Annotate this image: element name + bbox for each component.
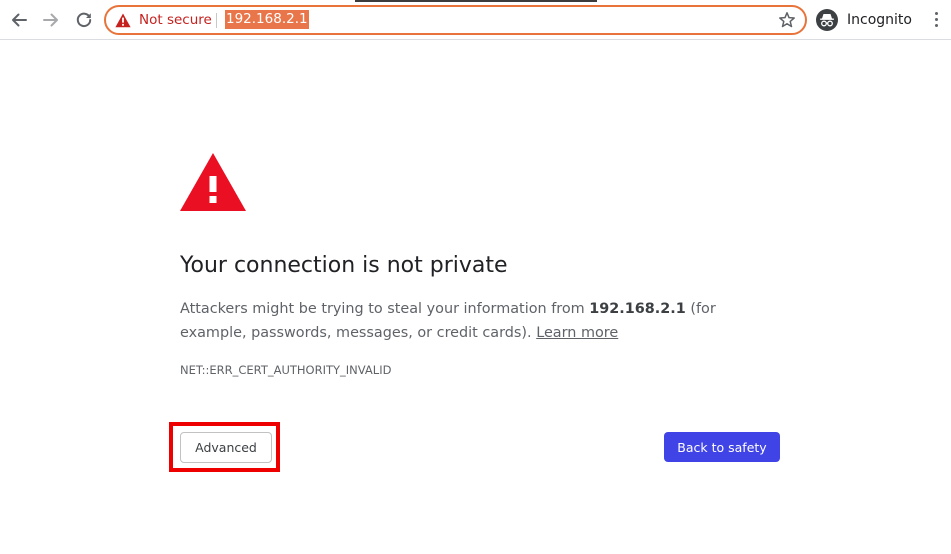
back-arrow-icon	[12, 13, 27, 27]
tab-strip-edge	[355, 0, 597, 2]
host-name: 192.168.2.1	[589, 301, 686, 317]
address-bar[interactable]: Not secure 192.168.2.1	[104, 5, 807, 35]
incognito-label: Incognito	[847, 12, 912, 28]
bookmark-star-icon[interactable]	[778, 11, 796, 29]
advanced-button[interactable]: Advanced	[180, 432, 272, 463]
description-text-start: Attackers might be trying to steal your …	[180, 301, 590, 317]
back-button[interactable]	[7, 8, 31, 32]
reload-icon	[76, 12, 92, 28]
omnibox-divider	[216, 13, 217, 28]
learn-more-link[interactable]: Learn more	[536, 325, 618, 341]
error-description: Attackers might be trying to steal your …	[180, 297, 770, 345]
security-status-label[interactable]: Not secure	[139, 11, 212, 29]
error-warning-icon	[180, 153, 246, 211]
forward-button[interactable]	[39, 8, 63, 32]
incognito-icon	[820, 14, 834, 27]
page-title: Your connection is not private	[180, 253, 508, 278]
warning-triangle-icon	[115, 13, 131, 28]
error-code: NET::ERR_CERT_AUTHORITY_INVALID	[180, 363, 392, 377]
back-to-safety-button[interactable]: Back to safety	[664, 432, 780, 462]
forward-arrow-icon	[43, 13, 58, 27]
reload-button[interactable]	[72, 8, 96, 32]
url-text[interactable]: 192.168.2.1	[225, 10, 309, 29]
incognito-profile-button[interactable]: Incognito	[812, 5, 922, 35]
browser-toolbar: Not secure 192.168.2.1 Incognito	[0, 0, 951, 40]
browser-menu-icon[interactable]	[930, 10, 944, 30]
incognito-avatar	[816, 9, 838, 31]
